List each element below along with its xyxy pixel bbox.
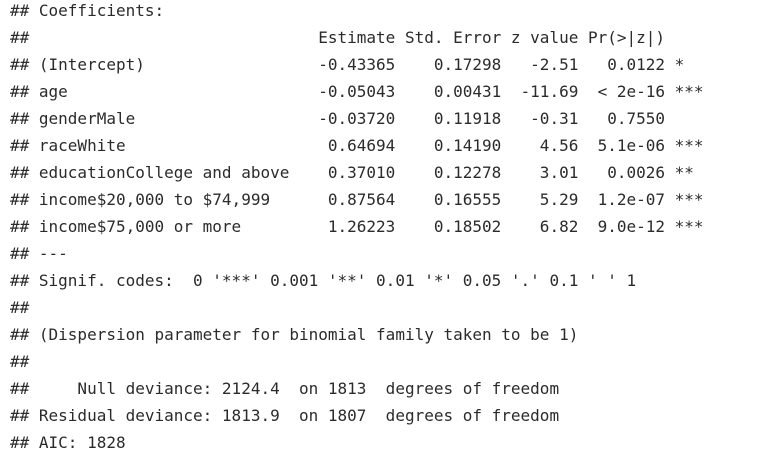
table-row-income-mid: ## income$20,000 to $74,999 0.87564 0.16…: [10, 190, 704, 209]
table-row-age: ## age -0.05043 0.00431 -11.69 < 2e-16 *…: [10, 82, 704, 101]
table-row-gender-male: ## genderMale -0.03720 0.11918 -0.31 0.7…: [10, 109, 704, 128]
signif-codes-line: ## Signif. codes: 0 '***' 0.001 '**' 0.0…: [10, 271, 637, 290]
regression-summary-text: ## Coefficients: ## Estimate Std. Error z…: [0, 0, 783, 456]
table-row-income-high: ## income$75,000 or more 1.26223 0.18502…: [10, 217, 704, 236]
table-row-intercept: ## (Intercept) -0.43365 0.17298 -2.51 0.…: [10, 55, 704, 74]
residual-deviance-line: ## Residual deviance: 1813.9 on 1807 deg…: [10, 406, 560, 425]
table-header-row: ## Estimate Std. Error z value Pr(>|z|): [10, 28, 704, 47]
blank-comment-line: ##: [10, 352, 39, 371]
r-console-output: ## Coefficients: ## Estimate Std. Error z…: [0, 0, 783, 461]
separator-line: ## ---: [10, 244, 68, 263]
blank-comment-line: ##: [10, 298, 39, 317]
null-deviance-line: ## Null deviance: 2124.4 on 1813 degrees…: [10, 379, 560, 398]
dispersion-line: ## (Dispersion parameter for binomial fa…: [10, 325, 579, 344]
coefficients-heading: ## Coefficients:: [10, 1, 165, 20]
table-row-race-white: ## raceWhite 0.64694 0.14190 4.56 5.1e-0…: [10, 136, 704, 155]
table-row-education-college: ## educationCollege and above 0.37010 0.…: [10, 163, 704, 182]
aic-line: ## AIC: 1828: [10, 433, 126, 452]
